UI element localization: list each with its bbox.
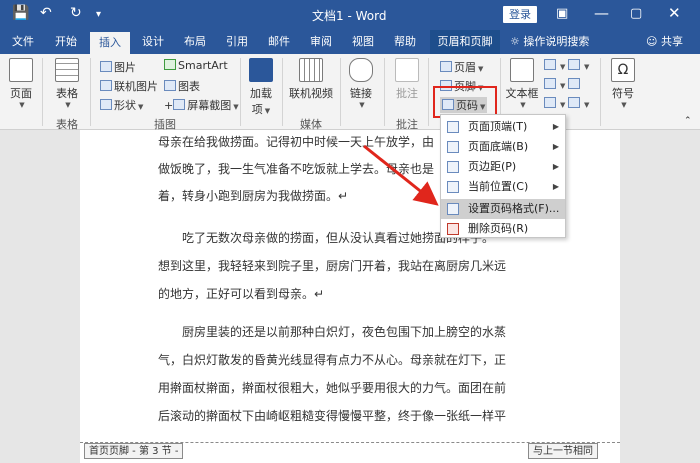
annotation-arrow — [363, 144, 439, 206]
